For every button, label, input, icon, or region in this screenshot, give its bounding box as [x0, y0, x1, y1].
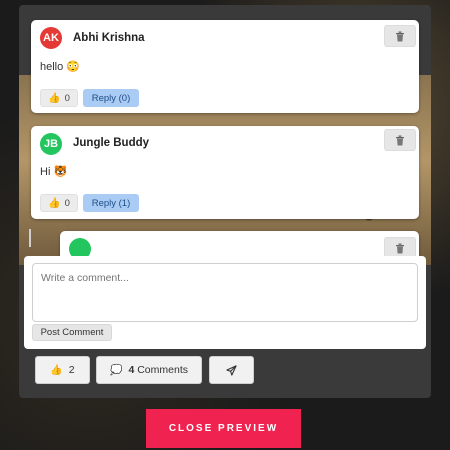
comments-label: 4 Comments	[128, 364, 188, 376]
share-button[interactable]	[209, 356, 254, 384]
comments-count: 4	[128, 364, 135, 376]
avatar[interactable]: AK	[40, 27, 62, 49]
like-count: 0	[64, 197, 70, 209]
reply-thread-line	[29, 229, 31, 247]
trash-icon	[396, 135, 404, 145]
post-like-count: 2	[68, 364, 75, 376]
comment-card: JB Jungle Buddy Hi 🐯 👍 0 Reply (1)	[31, 126, 419, 219]
comments-button[interactable]: 💭 4 Comments	[96, 356, 202, 384]
trash-icon	[396, 243, 404, 253]
like-button[interactable]: 👍 0	[40, 194, 78, 212]
send-icon	[226, 364, 237, 376]
thumbs-up-icon: 👍	[50, 364, 63, 376]
like-button[interactable]: 👍 0	[40, 89, 78, 107]
thumbs-up-icon: 👍	[48, 92, 61, 104]
trash-icon	[396, 31, 404, 41]
avatar[interactable]: JB	[40, 133, 62, 155]
like-count: 0	[64, 92, 70, 104]
speech-bubble-icon: 💭	[110, 364, 123, 376]
comment-text: hello 😳	[40, 61, 80, 73]
reply-button[interactable]: Reply (1)	[83, 194, 139, 212]
delete-comment-button[interactable]	[384, 129, 416, 151]
comment-composer: Post Comment	[24, 256, 426, 349]
reply-button[interactable]: Reply (0)	[83, 89, 139, 107]
close-preview-button[interactable]: CLOSE PREVIEW	[146, 409, 301, 448]
post-comment-button[interactable]: Post Comment	[32, 324, 112, 341]
delete-comment-button[interactable]	[384, 25, 416, 47]
comments-word: Comments	[137, 364, 188, 376]
thumbs-up-icon: 👍	[48, 197, 61, 209]
comment-input[interactable]	[32, 263, 418, 322]
post-like-button[interactable]: 👍 2	[35, 356, 90, 384]
comment-author[interactable]: Jungle Buddy	[73, 137, 149, 149]
comment-author[interactable]: Abhi Krishna	[73, 32, 145, 44]
comment-card: AK Abhi Krishna hello 😳 👍 0 Reply (0)	[31, 20, 419, 113]
comment-text: Hi 🐯	[40, 166, 68, 178]
